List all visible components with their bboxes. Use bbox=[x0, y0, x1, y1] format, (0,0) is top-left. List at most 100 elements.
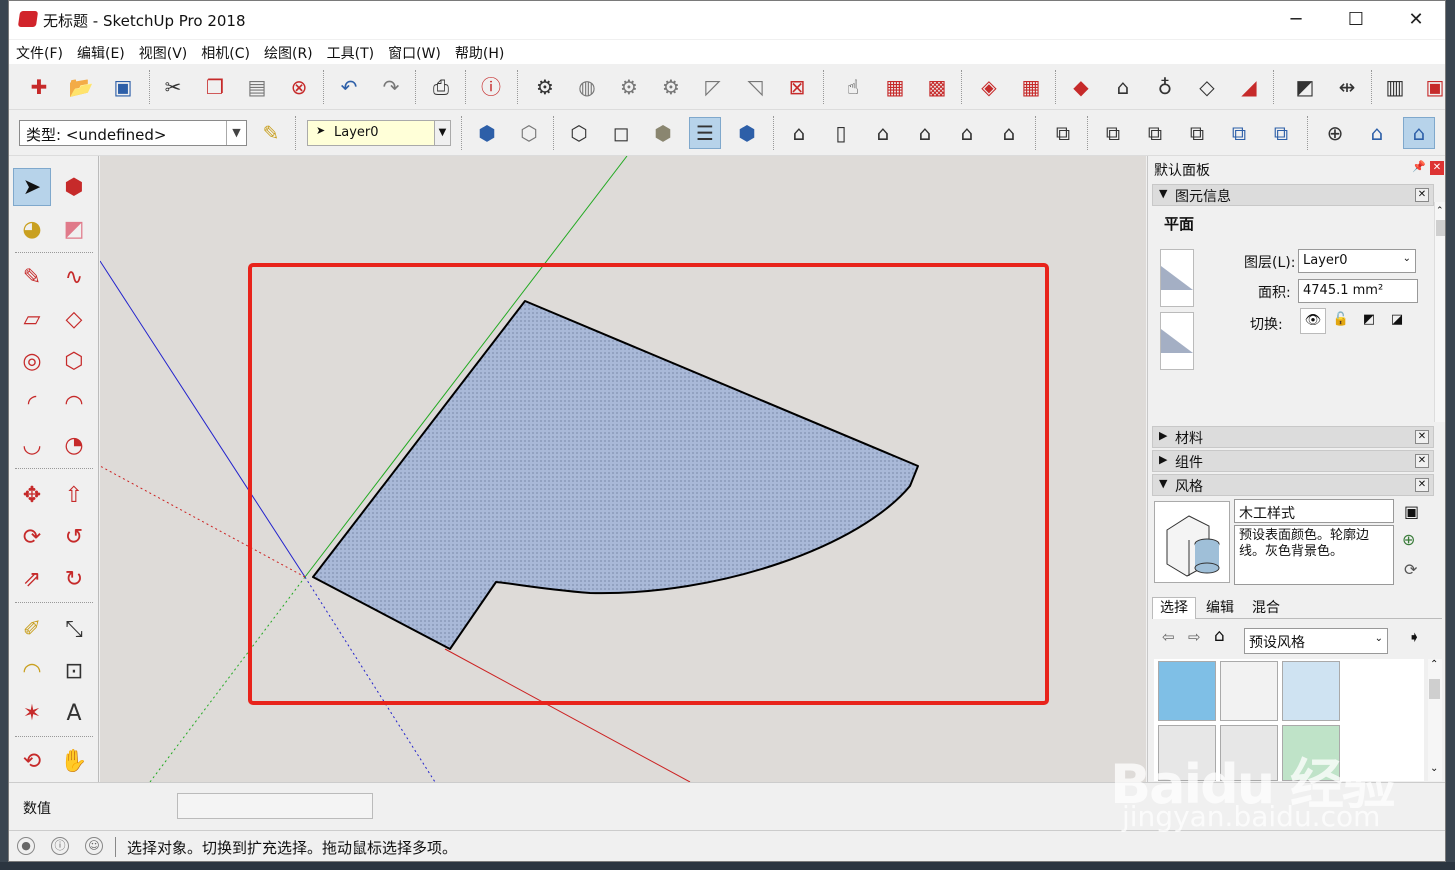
details-arrow-icon[interactable]: ➧ bbox=[1408, 628, 1421, 646]
pan-tool-button[interactable]: ✋ bbox=[55, 742, 93, 780]
scale-tool-button[interactable]: ⇗ bbox=[13, 560, 51, 598]
make-component-button[interactable]: ⬢ bbox=[55, 168, 93, 206]
shaded-textures-button[interactable]: ☰ bbox=[689, 117, 721, 149]
back-material-swatch[interactable] bbox=[1160, 312, 1194, 370]
trim-button[interactable]: ⧉ bbox=[1223, 117, 1255, 149]
menu-edit[interactable]: 编辑(E) bbox=[70, 40, 132, 66]
freehand-tool-button[interactable]: ∿ bbox=[55, 258, 93, 296]
maximize-button[interactable]: ☐ bbox=[1327, 7, 1385, 33]
subtract-button[interactable]: ⧉ bbox=[1181, 117, 1213, 149]
classifier-button[interactable]: ✎ bbox=[255, 117, 287, 149]
front-material-swatch[interactable] bbox=[1160, 249, 1194, 307]
3d-text-button[interactable]: A bbox=[55, 694, 93, 732]
offset-tool-button[interactable]: ↻ bbox=[55, 560, 93, 598]
drawing-viewport[interactable] bbox=[100, 156, 1146, 782]
measurements-input[interactable] bbox=[177, 793, 373, 819]
styles-header[interactable]: ▼ 风格 ✕ bbox=[1152, 474, 1434, 496]
flip-edge-button[interactable]: ◢ bbox=[1233, 71, 1265, 103]
three-point-arc-button[interactable]: ◡ bbox=[13, 426, 51, 464]
scroll-thumb[interactable] bbox=[1429, 679, 1440, 699]
close-icon[interactable]: ✕ bbox=[1415, 188, 1429, 202]
section-display-button[interactable]: ◹ bbox=[739, 71, 771, 103]
save-button[interactable]: ▣ bbox=[107, 71, 139, 103]
menu-file[interactable]: 文件(F) bbox=[9, 40, 70, 66]
rotate-tool-button[interactable]: ⟳ bbox=[13, 518, 51, 556]
rotated-rectangle-button[interactable]: ◇ bbox=[55, 300, 93, 338]
copy-button[interactable]: ❐ bbox=[199, 71, 231, 103]
share-model-button[interactable]: ▩ bbox=[921, 71, 953, 103]
tape-measure-button[interactable]: ✐ bbox=[13, 610, 51, 648]
scroll-down-icon[interactable]: ⌄ bbox=[1430, 763, 1438, 774]
style-thumb[interactable] bbox=[1282, 661, 1340, 721]
selected-face[interactable] bbox=[312, 300, 919, 650]
style-description-field[interactable]: 预设表面颜色。轮廓边线。灰色背景色。 bbox=[1234, 525, 1394, 585]
model-info-button[interactable]: ⓘ bbox=[475, 71, 507, 103]
style-thumb[interactable] bbox=[1220, 661, 1278, 721]
area-field[interactable]: 4745.1 mm² bbox=[1298, 279, 1418, 303]
outer-shell-button[interactable]: ⧉ bbox=[1047, 117, 1079, 149]
add-scene-button[interactable]: ⚙ bbox=[529, 71, 561, 103]
tab-edit[interactable]: 编辑 bbox=[1198, 597, 1242, 619]
protractor-button[interactable]: ◠ bbox=[13, 652, 51, 690]
menu-camera[interactable]: 相机(C) bbox=[194, 40, 257, 66]
erase-button[interactable]: ⊗ bbox=[283, 71, 315, 103]
minimize-button[interactable]: ─ bbox=[1267, 7, 1325, 33]
geo-location-icon[interactable]: ● bbox=[17, 837, 35, 855]
close-button[interactable]: ✕ bbox=[1387, 7, 1445, 33]
pie-tool-button[interactable]: ◔ bbox=[55, 426, 93, 464]
monochrome-button[interactable]: ⬢ bbox=[731, 117, 763, 149]
open-button[interactable]: 📂 bbox=[65, 71, 97, 103]
text-tool-button[interactable]: ⊡ bbox=[55, 652, 93, 690]
close-icon[interactable]: ✕ bbox=[1415, 454, 1429, 468]
back-arrow-icon[interactable]: ⇦ bbox=[1162, 628, 1175, 646]
look-around-button[interactable]: ⌂ bbox=[1403, 117, 1435, 149]
sandbox-contours-button[interactable]: ◈ bbox=[973, 71, 1005, 103]
drape-button[interactable]: ♁ bbox=[1149, 71, 1181, 103]
paint-bucket-button[interactable]: ◕ bbox=[13, 210, 51, 248]
orbit-tool-button[interactable]: ⟲ bbox=[13, 742, 51, 780]
update-style-icon[interactable]: ⟳ bbox=[1404, 560, 1417, 579]
back-view-button[interactable]: ⌂ bbox=[951, 117, 983, 149]
extension2-button[interactable]: ▣ bbox=[1419, 71, 1445, 103]
left-view-button[interactable]: ⌂ bbox=[993, 117, 1025, 149]
xray-button[interactable]: ⬢ bbox=[471, 117, 503, 149]
polygon-tool-button[interactable]: ⬡ bbox=[55, 342, 93, 380]
save-style-icon[interactable]: ▣ bbox=[1404, 502, 1419, 521]
create-style-icon[interactable]: ⊕ bbox=[1402, 530, 1415, 549]
menu-view[interactable]: 视图(V) bbox=[132, 40, 195, 66]
close-icon[interactable]: ✕ bbox=[1415, 430, 1429, 444]
wireframe-button[interactable]: ⬡ bbox=[563, 117, 595, 149]
stamp-button[interactable]: ⌂ bbox=[1107, 71, 1139, 103]
shaded-button[interactable]: ⬢ bbox=[647, 117, 679, 149]
entity-info-header[interactable]: ▼ 图元信息 ✕ bbox=[1152, 184, 1434, 206]
iso-view-button[interactable]: ⌂ bbox=[783, 117, 815, 149]
section-plane-button[interactable]: ◸ bbox=[697, 71, 729, 103]
user-account-icon[interactable]: ☺ bbox=[85, 837, 103, 855]
cut-button[interactable]: ✂ bbox=[157, 71, 189, 103]
previous-scene-button[interactable]: ⚙ bbox=[613, 71, 645, 103]
style-thumb[interactable] bbox=[1158, 661, 1216, 721]
next-scene-button[interactable]: ⚙ bbox=[655, 71, 687, 103]
print-button[interactable]: ⎙ bbox=[425, 71, 457, 103]
receive-shadows-toggle[interactable]: ◩ bbox=[1356, 308, 1382, 334]
cast-shadows-toggle[interactable]: ◪ bbox=[1384, 308, 1410, 334]
select-tool-button[interactable]: ➤ bbox=[13, 168, 51, 206]
walk-button[interactable]: ⌂ bbox=[1361, 117, 1393, 149]
intersect-button[interactable]: ⧉ bbox=[1097, 117, 1129, 149]
hidden-line-button[interactable]: ◻ bbox=[605, 117, 637, 149]
layer-dropdown[interactable]: ➤ Layer0 ▼ bbox=[307, 120, 451, 146]
interact-button[interactable]: ☝ bbox=[837, 71, 869, 103]
two-point-arc-button[interactable]: ◠ bbox=[55, 384, 93, 422]
dimension-style-button[interactable]: ⇹ bbox=[1331, 71, 1363, 103]
right-view-button[interactable]: ⌂ bbox=[909, 117, 941, 149]
close-icon[interactable]: ✕ bbox=[1415, 478, 1429, 492]
warehouse-button[interactable]: ▦ bbox=[879, 71, 911, 103]
add-detail-button[interactable]: ◇ bbox=[1191, 71, 1223, 103]
scroll-up-icon[interactable]: ⌃ bbox=[1436, 206, 1444, 216]
lock-toggle[interactable]: 🔓 bbox=[1328, 308, 1354, 334]
style-name-field[interactable]: 木工样式 bbox=[1234, 499, 1394, 523]
position-camera-button[interactable]: ⊕ bbox=[1319, 117, 1351, 149]
tab-select[interactable]: 选择 bbox=[1152, 597, 1196, 619]
circle-tool-button[interactable]: ◎ bbox=[13, 342, 51, 380]
update-scene-button[interactable]: ◍ bbox=[571, 71, 603, 103]
